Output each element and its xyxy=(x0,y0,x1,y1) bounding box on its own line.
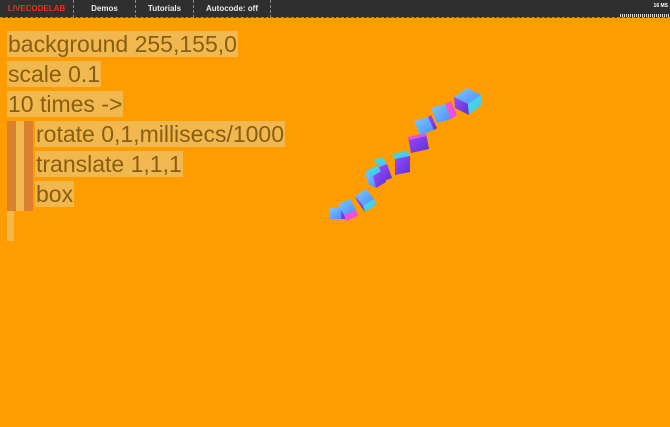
rotating-cube xyxy=(392,151,410,175)
rotating-cube xyxy=(414,115,437,135)
rotating-cube xyxy=(454,88,481,115)
render-canvas xyxy=(329,88,481,221)
rotating-cube xyxy=(408,133,429,153)
rotating-cube xyxy=(355,189,376,212)
rotating-cube xyxy=(431,101,457,123)
